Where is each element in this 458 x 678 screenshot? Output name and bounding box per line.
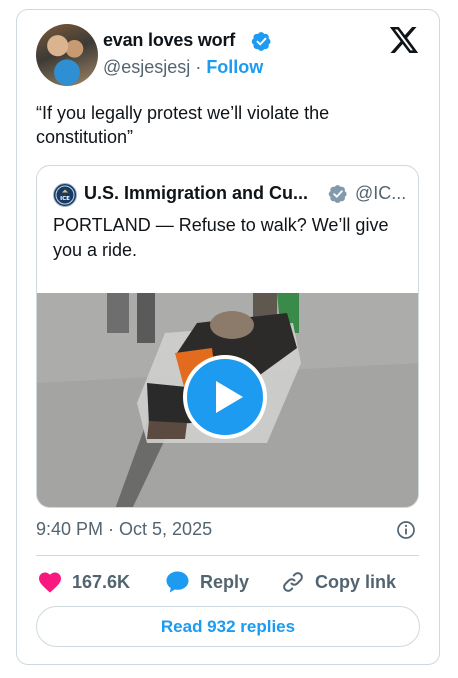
like-count: 167.6K — [72, 571, 131, 592]
quoted-tweet[interactable]: ICE U.S. Immigration and Cu... @IC... PO… — [36, 165, 419, 508]
divider — [36, 555, 419, 556]
tweet-timestamp[interactable]: 9:40 PM · Oct 5, 2025 — [36, 519, 212, 540]
follow-link[interactable]: Follow — [206, 57, 263, 77]
author-avatar[interactable] — [36, 24, 98, 86]
reply-bubble-icon — [166, 571, 189, 593]
link-icon — [283, 572, 303, 592]
ice-seal-text: ICE — [60, 196, 70, 202]
quoted-author-handle: @IC... — [355, 183, 407, 203]
quoted-author-avatar: ICE — [53, 183, 77, 207]
reply-button[interactable]: Reply — [165, 568, 249, 596]
author-handle[interactable]: @esjesjesj — [103, 57, 190, 77]
separator-dot: · — [195, 57, 202, 77]
reply-label: Reply — [200, 571, 250, 592]
x-logo-icon[interactable] — [389, 27, 419, 53]
quoted-tweet-text: PORTLAND — Refuse to walk? We’ll give yo… — [53, 215, 389, 260]
quoted-author-name: U.S. Immigration and Cu... — [84, 183, 309, 203]
video-thumbnail[interactable] — [37, 293, 418, 507]
author-handle-row: @esjesjesj · Follow — [103, 57, 263, 78]
author-display-name[interactable]: evan loves worf — [103, 30, 235, 51]
tweet-text: “If you legally protest we’ll violate th… — [36, 103, 330, 147]
verified-badge-icon — [251, 32, 271, 51]
quoted-verified-badge-icon — [328, 185, 347, 203]
play-icon[interactable] — [183, 355, 267, 439]
copy-link-label: Copy link — [315, 571, 397, 592]
ice-seal-icon: ICE — [55, 185, 75, 205]
heart-icon — [39, 572, 61, 593]
like-button[interactable]: 167.6K — [38, 568, 130, 596]
read-replies-button[interactable]: Read 932 replies — [36, 606, 420, 647]
copy-link-button[interactable]: Copy link — [281, 568, 396, 596]
info-icon[interactable] — [396, 520, 416, 540]
